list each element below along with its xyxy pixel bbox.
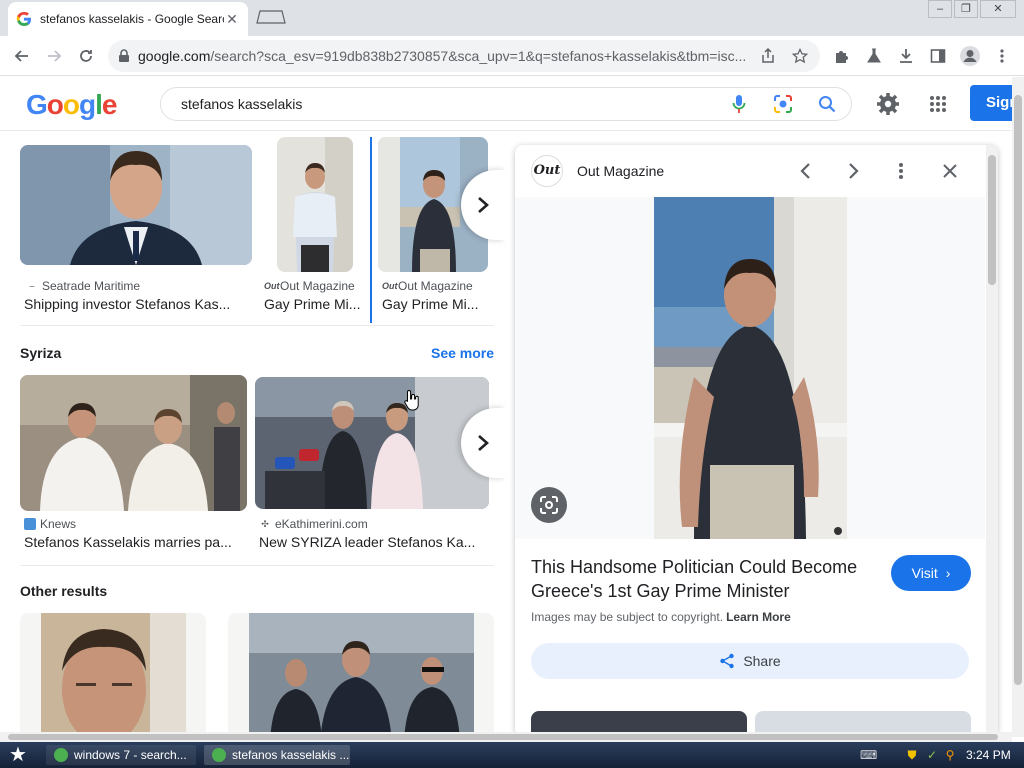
result-source-out-1: Out Out Magazine: [264, 279, 355, 293]
search-tray-icon[interactable]: ⚲: [942, 747, 958, 763]
page-vertical-scrollbar[interactable]: [1012, 77, 1024, 737]
chevron-right-icon: [478, 197, 489, 213]
taskbar-item-search[interactable]: windows 7 - search...: [46, 745, 196, 765]
forward-arrow-icon[interactable]: [42, 44, 66, 68]
address-bar[interactable]: google.com/search?sca_esv=919db838b27308…: [108, 40, 820, 72]
result-title-ekathimerini[interactable]: New SYRIZA leader Stefanos Ka...: [259, 534, 485, 550]
security-shield-tray-icon[interactable]: ⛊: [904, 747, 920, 763]
taskbar-item-browser[interactable]: stefanos kasselakis ...: [204, 745, 350, 765]
divider: [20, 325, 494, 326]
result-source-knews: Knews: [24, 517, 76, 531]
result-title-out-2[interactable]: Gay Prime Mi...: [382, 296, 486, 312]
knews-favicon-icon: [24, 518, 36, 530]
network-tray-icon[interactable]: ✓: [924, 747, 940, 763]
chevron-right-icon: [478, 435, 489, 451]
share-button[interactable]: Share: [531, 643, 969, 679]
extensions-puzzle-icon[interactable]: [830, 44, 854, 68]
section-heading-other-results: Other results: [20, 583, 108, 599]
divider: [20, 565, 494, 566]
side-panel-icon[interactable]: [926, 44, 950, 68]
chevron-right-icon: ›: [945, 565, 951, 581]
microphone-icon[interactable]: [727, 92, 751, 116]
result-title-seatrade[interactable]: Shipping investor Stefanos Kas...: [24, 296, 246, 312]
browser-tab-strip: stefanos kasselakis - Google Search ✕ – …: [0, 0, 1024, 36]
result-title-knews[interactable]: Stefanos Kasselakis marries pa...: [24, 534, 244, 550]
result-source-out-2: Out Out Magazine: [382, 279, 473, 293]
new-tab-icon[interactable]: [256, 10, 286, 24]
apps-grid-icon[interactable]: [926, 92, 950, 116]
settings-gear-icon[interactable]: [876, 92, 900, 116]
panel-image-title[interactable]: This Handsome Politician Could Become Gr…: [531, 555, 881, 603]
result-image-seatrade[interactable]: [20, 145, 252, 265]
panel-source-name[interactable]: Out Magazine: [577, 163, 664, 179]
browser-tab[interactable]: stefanos kasselakis - Google Search ✕: [8, 2, 248, 36]
section-heading-syriza: Syriza: [20, 345, 62, 361]
google-header: Google stefanos kasselakis Sign: [0, 77, 1024, 131]
result-image-out-1[interactable]: [277, 137, 353, 272]
result-title-out-1[interactable]: Gay Prime Mi...: [264, 296, 366, 312]
bookmark-star-icon[interactable]: [790, 48, 810, 64]
browser-app-icon: [212, 748, 226, 762]
preview-image-area: [515, 197, 985, 539]
panel-header: Out Out Magazine: [515, 145, 985, 197]
image-preview-panel: Out Out Magazine This Handsome Politicia…: [515, 145, 998, 737]
search-query-text: stefanos kasselakis: [181, 96, 303, 112]
close-window-icon[interactable]: ✕: [980, 0, 1016, 18]
image-results: – Seatrade Maritime Shipping investor St…: [0, 131, 505, 737]
panel-source-logo: Out: [531, 155, 563, 187]
close-panel-icon[interactable]: [938, 159, 962, 183]
profile-avatar-icon[interactable]: [958, 44, 982, 68]
share-icon: [720, 653, 735, 669]
more-options-icon[interactable]: [889, 159, 913, 183]
page-horizontal-scrollbar[interactable]: [0, 732, 1012, 742]
selected-result-marker: [370, 137, 372, 323]
restore-window-icon[interactable]: ❐: [954, 0, 978, 18]
google-lens-icon[interactable]: [771, 92, 795, 116]
search-icon[interactable]: [815, 92, 839, 116]
copyright-notice: Images may be subject to copyright. Learn…: [531, 610, 791, 624]
ekathimerini-favicon-icon: ✣: [261, 519, 269, 529]
out-magazine-favicon-icon: Out: [264, 281, 280, 291]
google-logo[interactable]: Google: [26, 89, 117, 121]
taskbar-clock[interactable]: 3:24 PM: [966, 748, 1011, 762]
next-image-chevron-right-icon[interactable]: [842, 159, 866, 183]
result-source-ekathimerini: ✣ eKathimerini.com: [259, 517, 367, 531]
out-magazine-favicon-icon: Out: [382, 281, 398, 291]
result-image-ekathimerini[interactable]: [255, 377, 489, 509]
minimize-window-icon[interactable]: –: [928, 0, 952, 18]
result-image-other-2[interactable]: [228, 613, 494, 737]
tab-title: stefanos kasselakis - Google Search: [40, 12, 224, 26]
search-input[interactable]: stefanos kasselakis: [160, 87, 852, 121]
browser-app-icon: [54, 748, 68, 762]
url-text: google.com/search?sca_esv=919db838b27308…: [138, 48, 746, 64]
result-image-knews[interactable]: [20, 375, 247, 511]
reload-icon[interactable]: [74, 44, 98, 68]
keyboard-tray-icon[interactable]: ⌨: [860, 747, 877, 763]
google-lens-search-icon[interactable]: [531, 487, 567, 523]
previous-image-chevron-left-icon[interactable]: [793, 159, 817, 183]
browser-toolbar: google.com/search?sca_esv=919db838b27308…: [0, 36, 1024, 76]
result-image-other-1[interactable]: [20, 613, 206, 737]
back-arrow-icon[interactable]: [10, 44, 34, 68]
panel-scrollbar[interactable]: [986, 145, 998, 737]
hand-cursor-icon: [404, 389, 419, 411]
preview-image[interactable]: [654, 197, 847, 539]
lock-icon: [119, 49, 129, 62]
tab-close-icon[interactable]: ✕: [224, 11, 240, 28]
os-taskbar: ★ windows 7 - search... stefanos kassela…: [0, 742, 1024, 768]
visit-button[interactable]: Visit ›: [891, 555, 971, 591]
result-source-seatrade: – Seatrade Maritime: [26, 279, 140, 293]
labs-flask-icon[interactable]: [862, 44, 886, 68]
learn-more-link[interactable]: Learn More: [726, 610, 791, 624]
browser-menu-icon[interactable]: [990, 44, 1014, 68]
share-page-icon[interactable]: [758, 48, 778, 64]
download-icon[interactable]: [894, 44, 918, 68]
seatrade-favicon-icon: –: [29, 281, 35, 291]
start-menu-star-icon[interactable]: ★: [6, 744, 30, 766]
google-favicon-icon: [16, 11, 31, 26]
see-more-link[interactable]: See more: [431, 345, 494, 361]
